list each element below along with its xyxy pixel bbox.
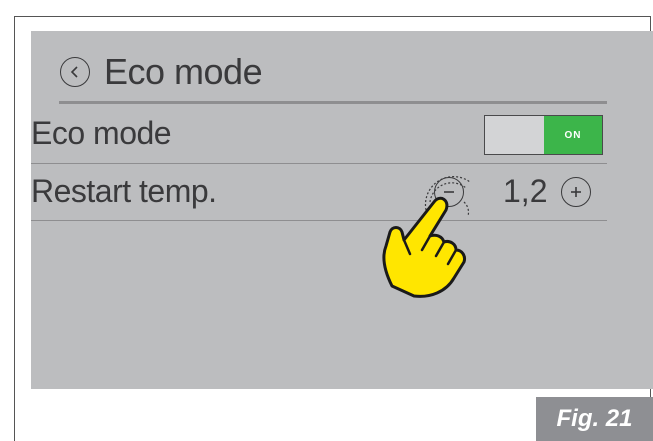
header-divider bbox=[59, 101, 607, 104]
toggle-off-side bbox=[485, 116, 544, 154]
header: Eco mode bbox=[60, 49, 620, 95]
back-button[interactable] bbox=[60, 57, 90, 87]
plus-icon bbox=[571, 187, 581, 197]
eco-mode-row: Eco mode ON bbox=[31, 109, 653, 155]
pointing-hand-icon bbox=[382, 176, 471, 298]
restart-temp-label: Restart temp. bbox=[31, 173, 217, 209]
increase-button[interactable] bbox=[561, 177, 591, 207]
chevron-left-icon bbox=[70, 66, 78, 78]
eco-mode-label: Eco mode bbox=[31, 115, 172, 151]
restart-temp-row: Restart temp. 1,2 bbox=[31, 167, 653, 213]
figure-caption: Fig. 21 bbox=[536, 397, 653, 441]
row-divider bbox=[31, 220, 607, 221]
restart-temp-value: 1,2 bbox=[503, 173, 548, 209]
device-screen: Eco mode Eco mode ON Restart temp. 1,2 bbox=[31, 31, 653, 389]
row-divider bbox=[31, 163, 607, 164]
page-title: Eco mode bbox=[104, 51, 263, 92]
eco-mode-toggle[interactable]: ON bbox=[484, 115, 603, 155]
toggle-on-label: ON bbox=[544, 116, 602, 154]
